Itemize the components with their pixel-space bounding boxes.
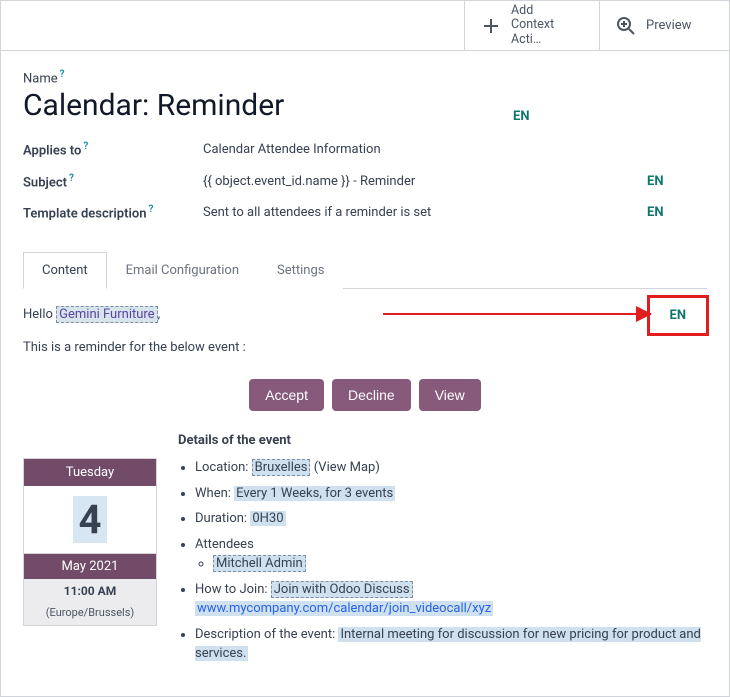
calendar-timezone: (Europe/Brussels): [24, 603, 156, 625]
plus-icon: [481, 16, 501, 36]
detail-description: Description of the event: Internal meeti…: [195, 625, 707, 664]
preview-button[interactable]: Preview: [599, 1, 729, 50]
tab-content[interactable]: Content: [23, 252, 107, 289]
magnify-plus-icon: [616, 16, 636, 36]
annotation-arrow: [383, 313, 651, 315]
subject-value[interactable]: {{ object.event_id.name }} - Reminder: [203, 174, 647, 189]
rsvp-button-row: Accept Decline View: [23, 379, 707, 411]
form-content: Name? Calendar: Reminder EN Applies to? …: [1, 51, 729, 696]
join-url[interactable]: www.mycompany.com/calendar/join_videocal…: [195, 601, 493, 616]
tab-settings[interactable]: Settings: [258, 252, 343, 289]
template-desc-value[interactable]: Sent to all attendees if a reminder is s…: [203, 205, 647, 220]
name-lang-badge[interactable]: EN: [513, 109, 530, 124]
calendar-time: 11:00 AM: [24, 579, 156, 603]
detail-duration: Duration: 0H30: [195, 509, 707, 529]
preview-label: Preview: [646, 18, 691, 33]
applies-to-label: Applies to?: [23, 141, 203, 158]
top-toolbar: Add Context Acti… Preview: [1, 1, 729, 51]
template-desc-label: Template description?: [23, 204, 203, 221]
calendar-month: May 2021: [24, 554, 156, 579]
subject-lang-badge[interactable]: EN: [647, 174, 707, 189]
tab-row: Content Email Configuration Settings: [23, 251, 707, 289]
view-button[interactable]: View: [419, 379, 481, 411]
help-icon[interactable]: ?: [148, 204, 153, 215]
tab-email-configuration[interactable]: Email Configuration: [107, 252, 258, 289]
detail-when: When: Every 1 Weeks, for 3 events: [195, 484, 707, 504]
add-context-label: Add Context Acti…: [511, 4, 583, 47]
details-heading: Details of the event: [178, 433, 707, 448]
email-body-editor[interactable]: EN Hello Gemini Furniture, This is a rem…: [23, 289, 707, 670]
body-lang-badge[interactable]: EN: [647, 295, 710, 336]
detail-howto: How to Join: Join with Odoo Discusswww.m…: [195, 580, 707, 619]
calendar-day: 4: [24, 486, 156, 554]
detail-attendees: Attendees Mitchell Admin: [195, 535, 707, 574]
help-icon[interactable]: ?: [83, 141, 88, 152]
name-field-label: Name?: [23, 69, 513, 86]
detail-location: Location: Bruxelles (View Map): [195, 458, 707, 478]
calendar-widget: Tuesday 4 May 2021 11:00 AM (Europe/Brus…: [23, 458, 157, 626]
applies-to-value[interactable]: Calendar Attendee Information: [203, 142, 647, 157]
add-context-action-button[interactable]: Add Context Acti…: [464, 1, 599, 50]
name-field-value[interactable]: Calendar: Reminder: [23, 88, 513, 123]
form-frame: Add Context Acti… Preview Name? Calendar…: [0, 0, 730, 697]
calendar-dow: Tuesday: [24, 459, 156, 486]
attendee-item: Mitchell Admin: [213, 554, 707, 574]
template-desc-lang-badge[interactable]: EN: [647, 205, 707, 220]
help-icon[interactable]: ?: [60, 69, 65, 80]
accept-button[interactable]: Accept: [249, 379, 324, 411]
decline-button[interactable]: Decline: [332, 379, 411, 411]
dynamic-placeholder-partner: Gemini Furniture: [56, 306, 157, 323]
subject-label: Subject?: [23, 173, 203, 190]
help-icon[interactable]: ?: [69, 173, 74, 184]
reminder-text: This is a reminder for the below event :: [23, 340, 707, 355]
event-details-list: Location: Bruxelles (View Map) When: Eve…: [177, 458, 707, 670]
